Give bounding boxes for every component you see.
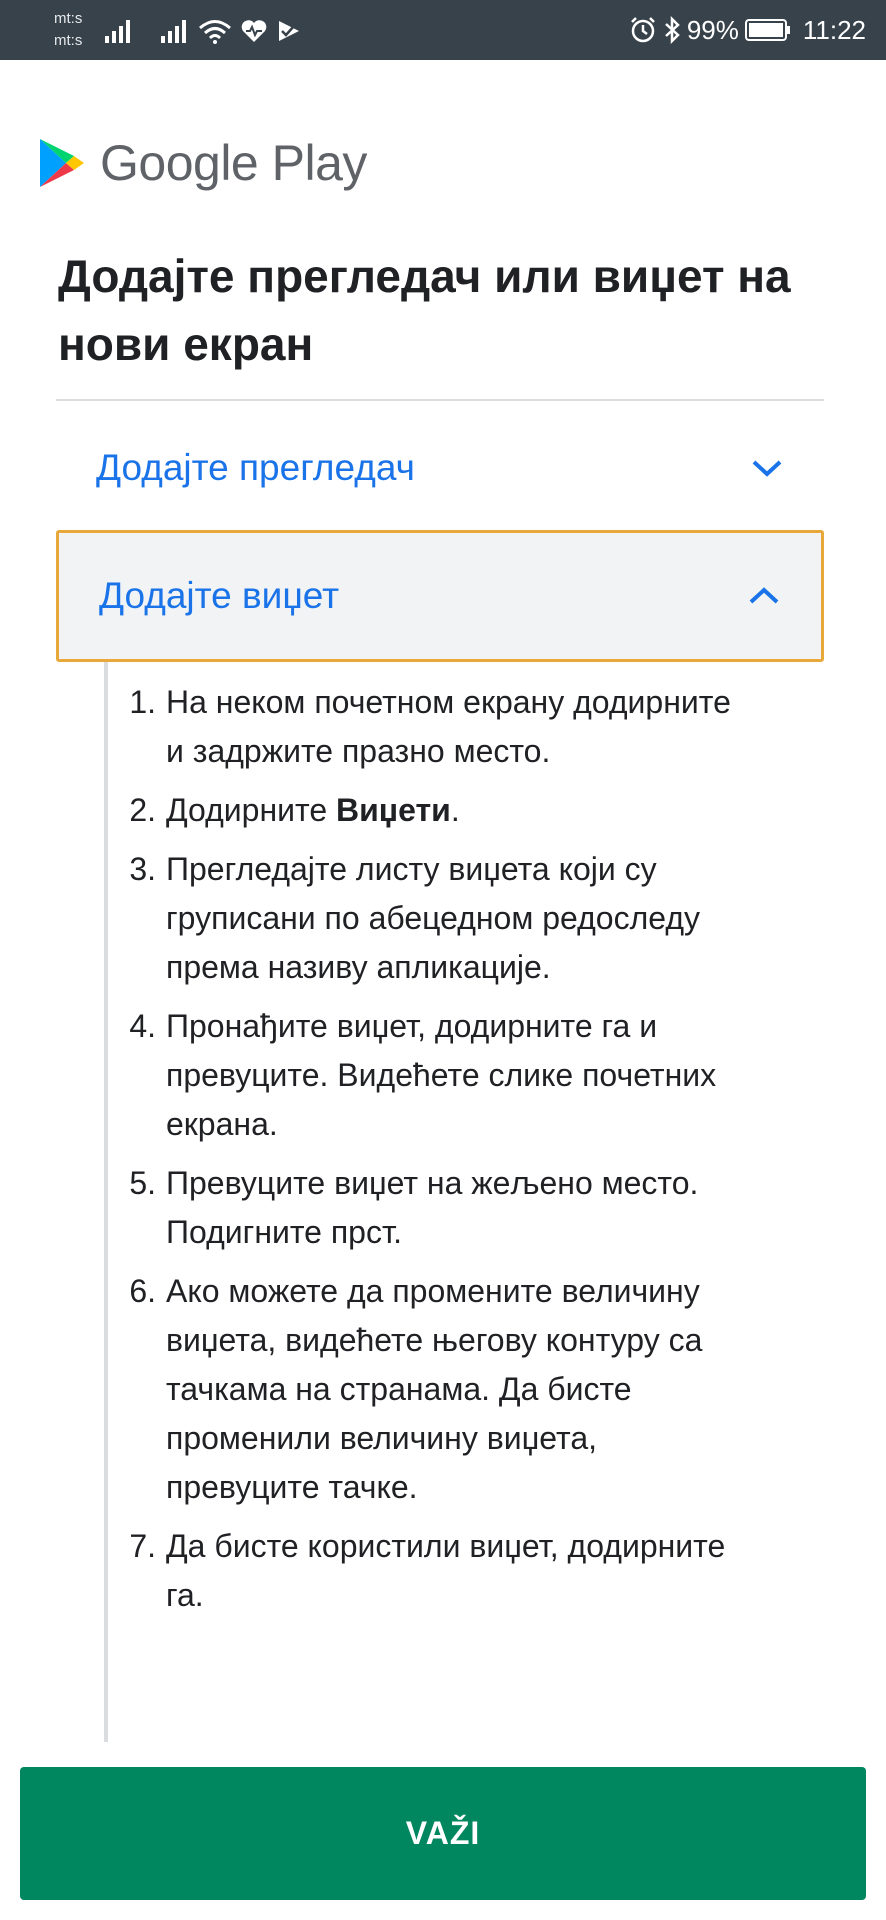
clock: 11:22 bbox=[802, 15, 866, 45]
ok-button[interactable]: VAŽI bbox=[20, 1767, 866, 1900]
step-text: На неком почетном екрану додирните и зад… bbox=[166, 684, 731, 769]
step-text: Да бисте користили виџет, додирните га. bbox=[166, 1528, 726, 1613]
status-bar: mt:s mt:s 99% 11:22 bbox=[0, 0, 886, 60]
step-text: Превуците виџет на жељено место. Подигни… bbox=[166, 1165, 699, 1250]
battery-percent: 99% bbox=[686, 15, 739, 45]
step-number: 1. bbox=[129, 684, 156, 720]
page-title: Додајте прегледач или виџет на нови екра… bbox=[58, 250, 791, 370]
step-number: 3. bbox=[129, 851, 156, 887]
carrier-labels: mt:s mt:s bbox=[54, 8, 82, 52]
step-text-part: . bbox=[450, 792, 460, 828]
step-number: 4. bbox=[129, 1008, 156, 1044]
signal-icon bbox=[161, 20, 186, 43]
steps-list: 1. На неком почетном екрану додирните и … bbox=[108, 662, 828, 1620]
list-item: 2. Додирните Виџети. bbox=[108, 786, 828, 835]
carrier-2: mt:s bbox=[54, 32, 83, 49]
step-bold-term: Виџети bbox=[336, 792, 451, 828]
status-icons-right: 99% 11:22 bbox=[629, 12, 866, 48]
google-play-logo: Google Play bbox=[38, 134, 367, 192]
list-item: 1. На неком почетном екрану додирните и … bbox=[108, 678, 828, 776]
list-item: 6. Ако можете да промените величину виџе… bbox=[108, 1267, 828, 1512]
carrier-1: mt:s bbox=[54, 10, 83, 27]
accordion-content: 1. На неком почетном екрану додирните и … bbox=[104, 662, 828, 1742]
step-text: Пронађите виџет, додирните га и превуцит… bbox=[166, 1008, 717, 1142]
status-icons-left bbox=[104, 14, 302, 44]
step-number: 5. bbox=[129, 1165, 156, 1201]
accordion-add-browser[interactable]: Додајте прегледач bbox=[56, 404, 824, 532]
list-item: 3. Прегледајте листу виџета који су груп… bbox=[108, 845, 828, 992]
brand-name: Google Play bbox=[100, 135, 367, 191]
wifi-icon bbox=[199, 20, 231, 44]
signal-icon bbox=[105, 20, 130, 43]
divider bbox=[56, 399, 824, 401]
step-text-part: Додирните bbox=[166, 792, 336, 828]
bluetooth-icon bbox=[664, 16, 680, 44]
step-number: 6. bbox=[129, 1273, 156, 1309]
accordion-label: Додајте виџет bbox=[99, 575, 340, 616]
step-text: Додирните Виџети. bbox=[166, 786, 756, 835]
battery-icon bbox=[744, 19, 790, 41]
step-number: 7. bbox=[129, 1528, 156, 1564]
alarm-icon bbox=[630, 17, 655, 43]
list-item: 5. Превуците виџет на жељено место. Поди… bbox=[108, 1159, 828, 1257]
chevron-up-icon bbox=[749, 587, 779, 604]
chevron-down-icon bbox=[752, 460, 782, 477]
health-icon bbox=[241, 20, 267, 42]
step-text: Прегледајте листу виџета који су груписа… bbox=[166, 851, 701, 985]
accordion-add-widget[interactable]: Додајте виџет bbox=[56, 530, 824, 662]
check-icon bbox=[279, 21, 299, 41]
list-item: 7. Да бисте користили виџет, додирните г… bbox=[108, 1522, 828, 1620]
accordion-label: Додајте прегледач bbox=[96, 447, 415, 488]
list-item: 4. Пронађите виџет, додирните га и преву… bbox=[108, 1002, 828, 1149]
play-store-icon bbox=[40, 139, 84, 187]
step-number: 2. bbox=[129, 792, 156, 828]
step-text: Ако можете да промените величину виџета,… bbox=[166, 1273, 703, 1505]
